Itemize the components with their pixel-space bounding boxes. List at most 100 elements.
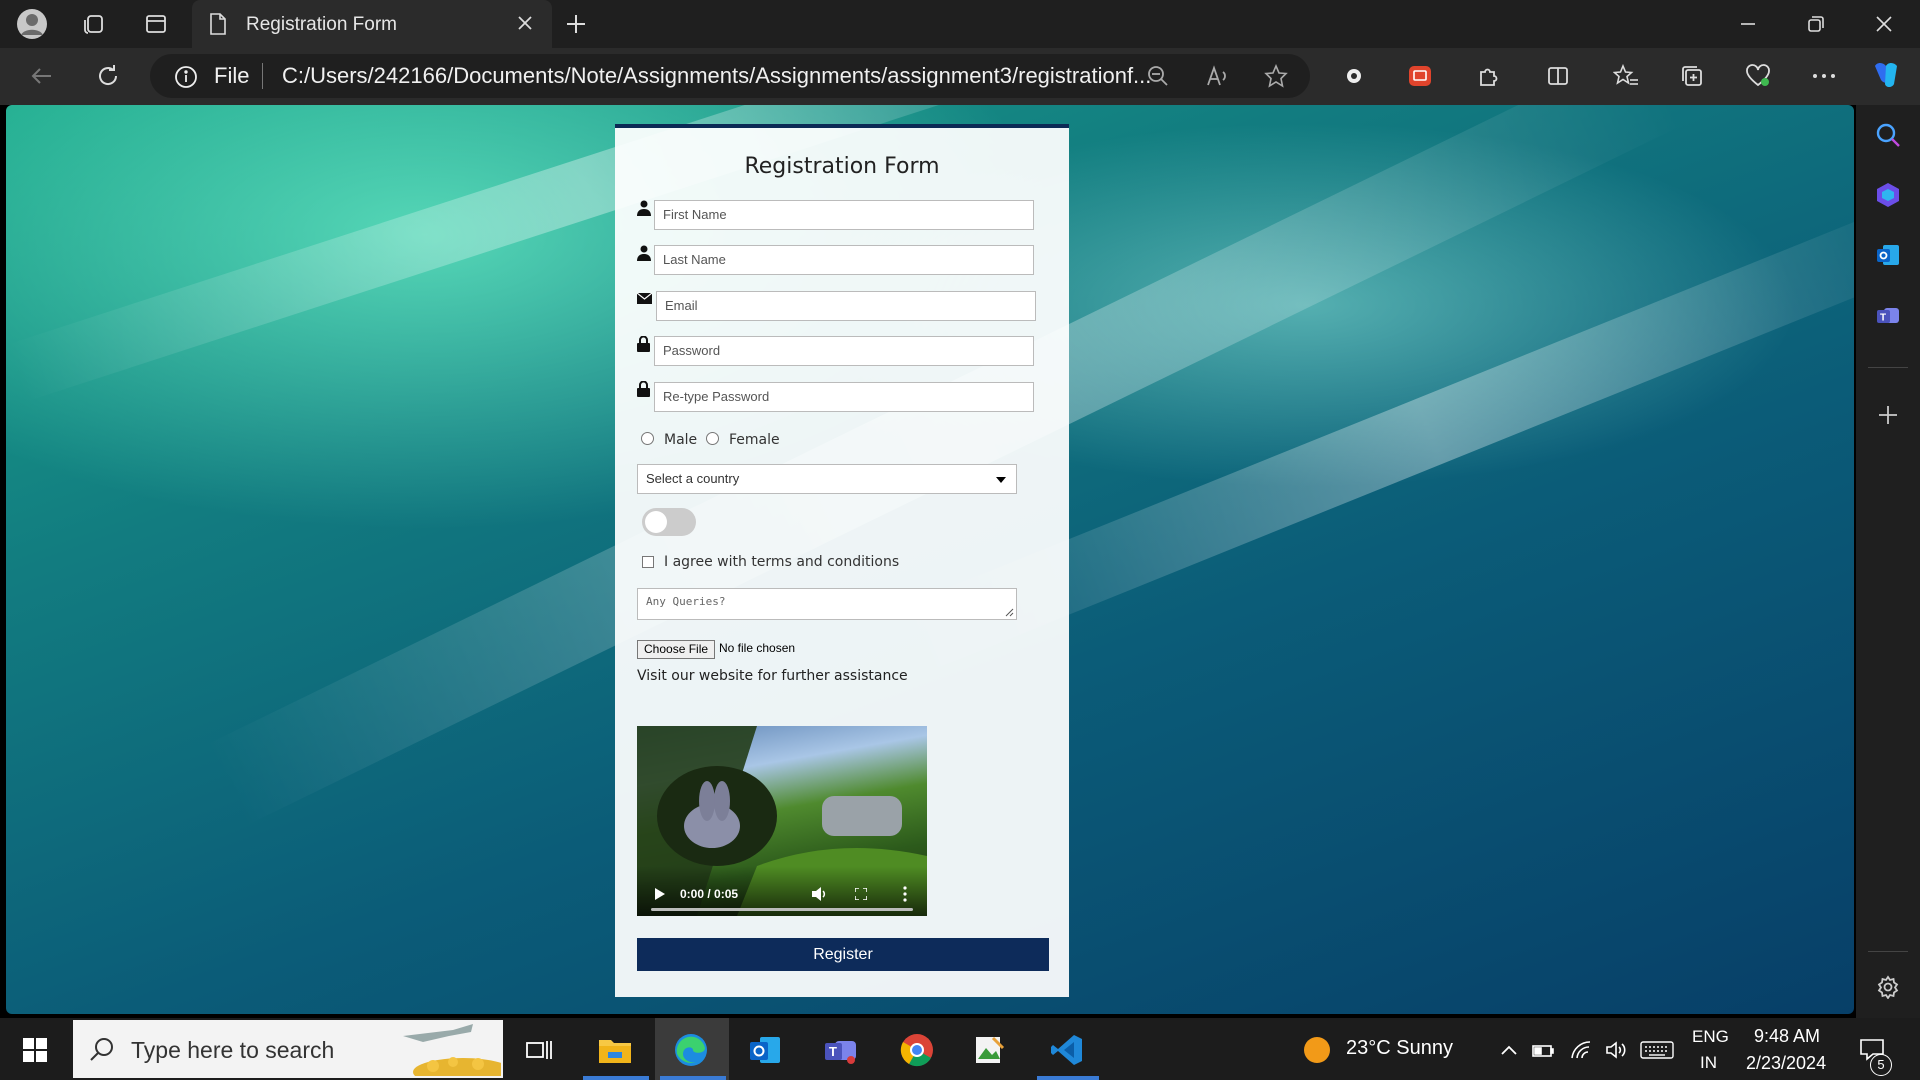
refresh-icon[interactable]	[90, 58, 126, 94]
last-name-input[interactable]: Last Name	[654, 245, 1034, 275]
search-placeholder: Type here to search	[131, 1037, 335, 1063]
teams-icon[interactable]: T	[1870, 297, 1906, 333]
chrome-icon[interactable]	[898, 1031, 936, 1069]
back-arrow-icon[interactable]	[24, 58, 60, 94]
browser-toolbar: File C:/Users/242166/Documents/Note/Assi…	[0, 48, 1920, 105]
video-more-icon[interactable]	[903, 886, 907, 902]
teams-taskbar-icon[interactable]: T	[822, 1031, 860, 1069]
profile-avatar-icon[interactable]	[12, 0, 52, 48]
resize-handle-icon[interactable]	[1004, 607, 1014, 617]
tab-actions-icon[interactable]	[138, 0, 174, 48]
weather-sun-icon[interactable]	[1298, 1031, 1336, 1069]
favorites-list-icon[interactable]	[1608, 58, 1644, 94]
search-icon[interactable]	[1870, 117, 1906, 153]
queries-textarea[interactable]: Any Queries?	[637, 588, 1017, 620]
close-window-icon[interactable]	[1864, 0, 1904, 48]
terms-checkbox[interactable]	[642, 556, 654, 568]
svg-text:T: T	[1880, 313, 1886, 324]
favorite-star-icon[interactable]	[1258, 58, 1294, 94]
add-icon[interactable]	[1870, 397, 1906, 433]
collections-icon[interactable]	[1674, 58, 1710, 94]
search-highlight-image	[403, 1024, 501, 1076]
outlook-icon[interactable]	[1870, 237, 1906, 273]
lock-icon	[637, 381, 651, 397]
file-status: No file chosen	[719, 641, 796, 655]
visit-website-text: Visit our website for further assistance	[637, 668, 908, 684]
female-radio[interactable]	[706, 432, 719, 445]
video-progress-bar[interactable]	[651, 908, 913, 911]
tab-registration-form[interactable]: Registration Form	[192, 0, 552, 48]
weather-text[interactable]: 23°C Sunny	[1346, 1037, 1453, 1060]
address-protocol-label: File	[214, 63, 250, 88]
volume-icon[interactable]	[812, 887, 828, 901]
volume-tray-icon[interactable]	[1598, 1031, 1636, 1069]
language-top[interactable]: ENG	[1692, 1027, 1729, 1047]
vscode-icon[interactable]	[1048, 1031, 1086, 1069]
male-label: Male	[664, 432, 698, 448]
battery-icon[interactable]	[1524, 1031, 1562, 1069]
sidebar-divider	[1868, 367, 1908, 368]
outlook-taskbar-icon[interactable]	[746, 1031, 784, 1069]
male-radio[interactable]	[641, 432, 654, 445]
browser-essentials-icon[interactable]	[1740, 58, 1776, 94]
chevron-up-icon[interactable]	[1490, 1031, 1528, 1069]
sidebar-divider	[1868, 951, 1908, 952]
read-aloud-icon[interactable]	[1200, 58, 1236, 94]
task-view-icon[interactable]	[520, 1031, 558, 1069]
fullscreen-icon[interactable]	[855, 888, 867, 900]
queries-placeholder: Any Queries?	[646, 595, 726, 608]
copilot-sidebar-icon[interactable]	[1870, 177, 1906, 213]
form-title: Registration Form	[744, 154, 940, 179]
active-app-indicator	[660, 1076, 726, 1080]
new-tab-icon[interactable]	[558, 0, 594, 48]
register-button[interactable]: Register	[637, 938, 1049, 971]
retype-password-input[interactable]: Re-type Password	[654, 382, 1034, 412]
country-select-value: Select a country	[646, 471, 740, 486]
title-bar: Registration Form	[0, 0, 1920, 48]
email-input[interactable]: Email	[656, 291, 1036, 321]
taskbar-search-box[interactable]: Type here to search	[73, 1020, 503, 1078]
edge-browser-icon[interactable]	[672, 1031, 710, 1069]
sidebar-settings-icon[interactable]	[1870, 969, 1906, 1005]
lock-icon	[637, 336, 651, 352]
workspaces-icon[interactable]	[76, 0, 112, 48]
taskbar: Type here to search T 23°C Sunny ENG IN …	[0, 1018, 1920, 1080]
windows-start-icon[interactable]	[16, 1031, 54, 1069]
password-input[interactable]: Password	[654, 336, 1034, 366]
address-divider	[262, 63, 263, 89]
clock-time[interactable]: 9:48 AM	[1754, 1026, 1820, 1047]
video-controls: 0:00 / 0:05	[637, 866, 927, 916]
chevron-down-icon	[996, 477, 1006, 483]
settings-gear-icon[interactable]	[1336, 58, 1372, 94]
site-info-icon[interactable]	[174, 65, 198, 89]
restore-icon[interactable]	[1796, 0, 1836, 48]
copilot-icon[interactable]	[1868, 58, 1904, 94]
country-select[interactable]: Select a country	[637, 464, 1017, 494]
wifi-icon[interactable]	[1563, 1031, 1601, 1069]
tab-title: Registration Form	[246, 14, 397, 35]
language-bottom[interactable]: IN	[1700, 1053, 1717, 1073]
file-explorer-icon[interactable]	[596, 1031, 634, 1069]
user-icon	[637, 200, 651, 216]
first-name-input[interactable]: First Name	[654, 200, 1034, 230]
close-tab-icon[interactable]	[516, 14, 534, 32]
svg-text:T: T	[829, 1044, 837, 1059]
document-icon	[208, 12, 228, 36]
female-label: Female	[729, 432, 780, 448]
more-options-icon[interactable]	[1806, 58, 1842, 94]
toggle-switch[interactable]	[642, 508, 696, 536]
choose-file-button[interactable]: Choose File	[637, 640, 716, 659]
zoom-out-icon[interactable]	[1140, 58, 1176, 94]
keyboard-icon[interactable]	[1638, 1031, 1676, 1069]
photo-editor-icon[interactable]	[970, 1031, 1008, 1069]
video-player[interactable]: 0:00 / 0:05	[637, 726, 927, 916]
extensions-icon[interactable]	[1470, 58, 1506, 94]
clock-date[interactable]: 2/23/2024	[1746, 1053, 1826, 1074]
minimize-icon[interactable]	[1728, 0, 1768, 48]
split-screen-icon[interactable]	[1540, 58, 1576, 94]
play-icon[interactable]	[655, 888, 665, 900]
screen-record-icon[interactable]	[1402, 58, 1438, 94]
url-text[interactable]: C:/Users/242166/Documents/Note/Assignmen…	[282, 63, 1151, 89]
address-bar[interactable]: File C:/Users/242166/Documents/Note/Assi…	[150, 54, 1310, 98]
active-app-indicator	[583, 1076, 649, 1080]
